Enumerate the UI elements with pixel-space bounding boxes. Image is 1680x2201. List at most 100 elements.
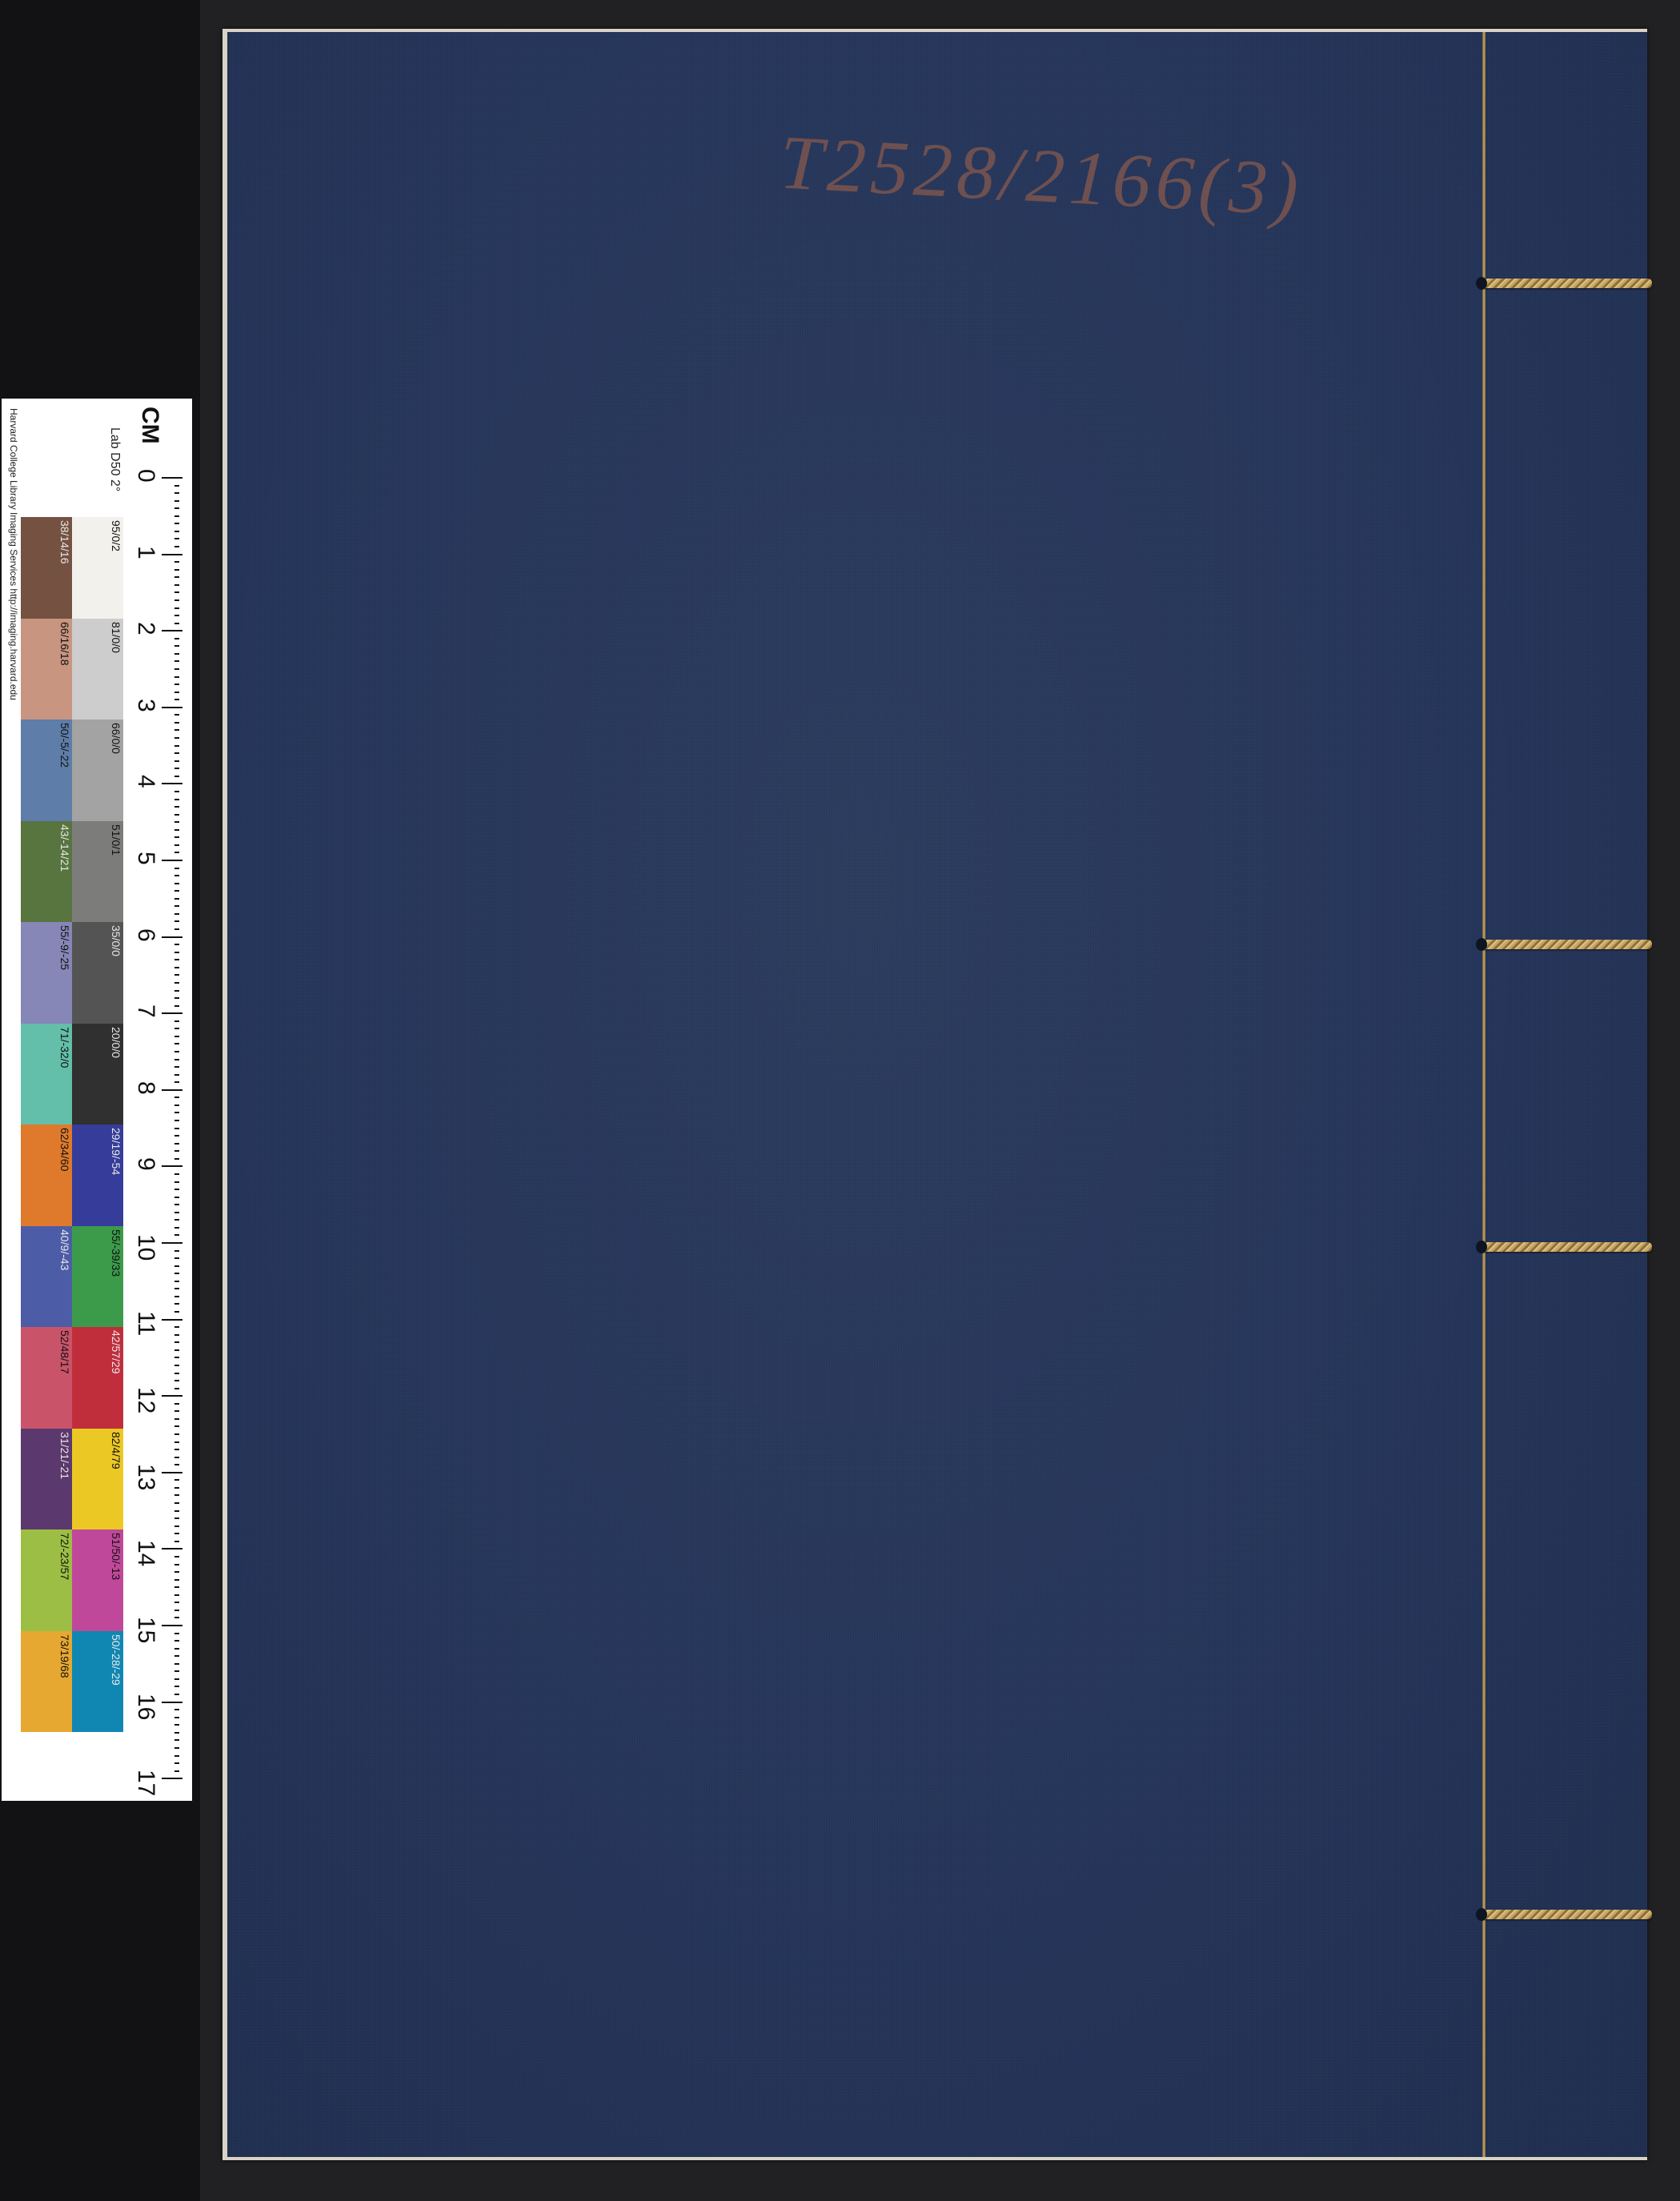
ruler-minor-tick	[174, 721, 179, 724]
ruler-minor-tick	[174, 530, 179, 532]
ruler-minor-tick	[174, 912, 179, 915]
ruler-minor-tick	[174, 652, 179, 655]
ruler-minor-tick	[174, 905, 179, 908]
ruler-number: 14	[133, 1540, 159, 1567]
ruler-minor-tick	[174, 1226, 179, 1229]
color-swatch: 66/16/18	[21, 618, 72, 720]
ruler-minor-tick	[174, 1640, 179, 1642]
ruler-number: 0	[133, 469, 159, 483]
ruler-minor-tick	[174, 744, 179, 747]
ruler-minor-tick	[174, 981, 179, 984]
ruler-minor-tick	[174, 959, 179, 961]
ruler-minor-tick	[174, 1004, 179, 1007]
ruler-major-tick	[162, 630, 182, 632]
ruler-minor-tick	[174, 1127, 179, 1129]
ruler-number: 2	[133, 622, 159, 635]
ruler-minor-tick	[174, 1486, 179, 1489]
ruler-minor-tick	[174, 1288, 179, 1290]
ruler-minor-tick	[174, 1754, 179, 1757]
ruler-minor-tick	[174, 1349, 179, 1351]
ruler-major-tick	[162, 1625, 182, 1626]
color-swatch: 35/0/0	[72, 922, 123, 1024]
ruler-minor-tick	[174, 676, 179, 678]
color-swatch: 42/57/29	[72, 1327, 123, 1429]
ruler-minor-tick	[174, 591, 179, 594]
ruler-minor-tick	[174, 1425, 179, 1428]
ruler-major-tick	[162, 1012, 182, 1015]
ruler-minor-tick	[174, 1028, 179, 1030]
ruler-minor-tick	[174, 1594, 179, 1596]
color-swatch: 81/0/0	[72, 618, 123, 720]
ruler-minor-tick	[174, 966, 179, 968]
ruler-minor-tick	[174, 507, 179, 510]
ruler-minor-tick	[174, 1716, 179, 1718]
ruler-minor-tick	[174, 1387, 179, 1389]
ruler-minor-tick	[174, 684, 179, 686]
ruler-minor-tick	[174, 1402, 179, 1405]
ruler-minor-tick	[174, 1204, 179, 1206]
ruler-minor-tick	[174, 1563, 179, 1566]
ruler-minor-tick	[174, 1189, 179, 1191]
ruler-minor-tick	[174, 752, 179, 755]
ruler-minor-tick	[174, 1357, 179, 1359]
color-swatch: 38/14/16	[21, 517, 72, 619]
ruler-minor-tick	[174, 867, 179, 869]
ruler-minor-tick	[174, 1456, 179, 1458]
ruler-minor-tick	[174, 1449, 179, 1451]
ruler-minor-tick	[174, 852, 179, 854]
ruler-minor-tick	[174, 1142, 179, 1145]
ruler-number: 13	[133, 1463, 159, 1491]
book-cover: T2528/2166(3)	[227, 32, 1652, 2157]
ruler-minor-tick	[174, 1380, 179, 1382]
ruler-number: 4	[133, 775, 159, 789]
ruler-major-tick	[162, 1088, 182, 1091]
ruler-minor-tick	[174, 1219, 179, 1221]
ruler-minor-tick	[174, 1686, 179, 1688]
ruler-minor-tick	[174, 1303, 179, 1305]
ruler-minor-tick	[174, 790, 179, 792]
ruler-minor-tick	[174, 1372, 179, 1374]
ruler-minor-tick	[174, 1670, 179, 1673]
ruler-minor-tick	[174, 1326, 179, 1329]
ruler-minor-tick	[174, 1540, 179, 1542]
ruler-minor-tick	[174, 1066, 179, 1068]
cm-ruler: 0 1 2 3 4 5 6 7 8 9 10 11 12 13 14 15 16 17	[133, 469, 190, 1799]
ruler-minor-tick	[174, 1058, 179, 1060]
ruler-major-tick	[162, 477, 182, 479]
ruler-minor-tick	[174, 637, 179, 639]
ruler-minor-tick	[174, 583, 179, 586]
ruler-number: 17	[133, 1770, 159, 1797]
ruler-minor-tick	[174, 944, 179, 946]
ruler-minor-tick	[174, 1731, 179, 1734]
ruler-minor-tick	[174, 813, 179, 816]
ruler-minor-tick	[174, 1509, 179, 1512]
ruler-minor-tick	[174, 920, 179, 923]
color-swatch: 40/9/-43	[21, 1225, 72, 1327]
ruler-major-tick	[162, 1548, 182, 1550]
ruler-minor-tick	[174, 1364, 179, 1366]
ruler-minor-tick	[174, 836, 179, 839]
ruler-minor-tick	[174, 1770, 179, 1772]
ruler-minor-tick	[174, 890, 179, 892]
ruler-minor-tick	[174, 1096, 179, 1099]
ruler-minor-tick	[174, 1662, 179, 1665]
ruler-major-tick	[162, 553, 182, 555]
ruler-minor-tick	[174, 645, 179, 647]
ruler-minor-tick	[174, 1311, 179, 1313]
spine-binding-line	[1482, 32, 1486, 2157]
ruler-minor-tick	[174, 515, 179, 517]
ruler-minor-tick	[174, 660, 179, 663]
ruler-minor-tick	[174, 1617, 179, 1619]
ruler-major-tick	[162, 1318, 182, 1321]
ruler-minor-tick	[174, 737, 179, 740]
ruler-major-tick	[162, 706, 182, 708]
ruler-minor-tick	[174, 1709, 179, 1711]
ruler-minor-tick	[174, 1555, 179, 1558]
ruler-minor-tick	[174, 714, 179, 716]
ruler-minor-tick	[174, 561, 179, 563]
color-swatch: 82/4/79	[72, 1428, 123, 1529]
ruler-minor-tick	[174, 1647, 179, 1650]
ruler-minor-tick	[174, 798, 179, 800]
ruler-major-tick	[162, 1701, 182, 1703]
ruler-number: 10	[133, 1234, 159, 1261]
